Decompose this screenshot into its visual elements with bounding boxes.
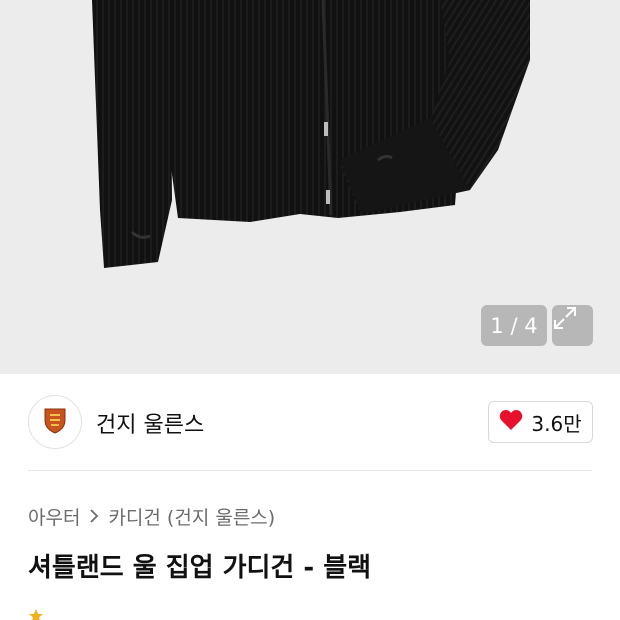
heart-icon [499, 409, 523, 435]
brand-name[interactable]: 건지 울른스 [96, 407, 204, 439]
like-count: 3.6만 [531, 411, 582, 436]
divider [28, 470, 592, 471]
breadcrumb-item-cardigan[interactable]: 카디건 (건지 울른스) [108, 503, 275, 530]
breadcrumb-item-outer[interactable]: 아우터 [28, 503, 80, 530]
product-title: 셔틀랜드 울 집업 가디건 - 블랙 [28, 553, 372, 583]
product-image-gallery[interactable]: 1 / 4 [0, 0, 620, 374]
brand-row: 건지 울른스 3.6만 [0, 374, 620, 470]
chevron-right-icon [89, 506, 99, 528]
expand-image-button[interactable] [552, 305, 593, 346]
brand-logo[interactable] [28, 395, 82, 449]
image-counter: 1 / 4 [481, 305, 547, 346]
rating-row-partial [28, 608, 44, 620]
guernsey-crest-icon [44, 406, 66, 438]
like-button[interactable]: 3.6만 [488, 401, 593, 443]
star-icon [28, 608, 44, 620]
breadcrumb: 아우터 카디건 (건지 울른스) [28, 503, 275, 530]
